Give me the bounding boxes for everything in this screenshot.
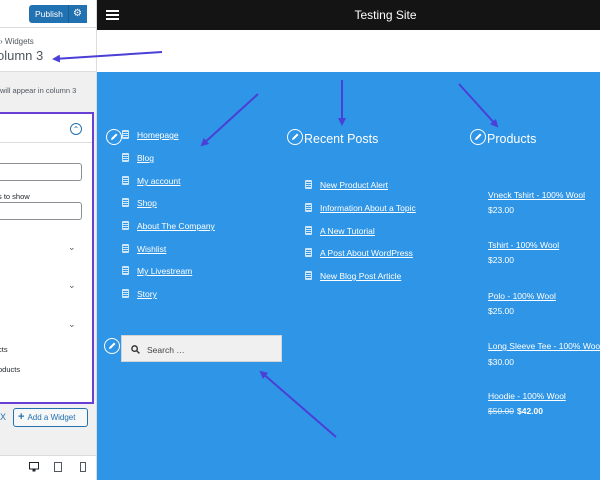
post-link[interactable]: New Blog Post Article	[320, 271, 401, 281]
site-title[interactable]: Testing Site	[97, 8, 600, 22]
page-icon	[122, 244, 129, 253]
page-icon	[122, 198, 129, 207]
product-link[interactable]: Tshirt - 100% Wool	[488, 240, 559, 250]
post-icon	[305, 203, 312, 212]
edit-pencil-icon[interactable]	[104, 338, 120, 354]
menu-link-livestream[interactable]: My Livestream	[137, 266, 192, 276]
edit-pencil-icon[interactable]	[470, 129, 486, 145]
menu-link-blog[interactable]: Blog	[137, 153, 154, 163]
page-icon	[122, 130, 129, 139]
collapse-icon[interactable]: ⌃	[70, 123, 82, 135]
post-link[interactable]: A Post About WordPress	[320, 248, 413, 258]
desktop-icon[interactable]	[29, 462, 39, 472]
product-price: $23.00	[488, 205, 514, 215]
post-link[interactable]: Information About a Topic	[320, 203, 416, 213]
post-link[interactable]: A New Tutorial	[320, 226, 375, 236]
list-item[interactable]: cts	[0, 345, 8, 354]
page-icon	[122, 221, 129, 230]
post-icon	[305, 271, 312, 280]
page-icon	[122, 153, 129, 162]
edit-pencil-icon[interactable]	[287, 129, 303, 145]
mobile-icon[interactable]	[78, 462, 88, 472]
footer-widgets-area: Homepage Blog My account Shop About The …	[97, 72, 600, 480]
list-item[interactable]: oducts	[0, 365, 20, 374]
products-title: Products	[487, 132, 537, 146]
post-link[interactable]: New Product Alert	[320, 180, 388, 190]
search-input[interactable]: Search …	[121, 335, 282, 362]
product-price: $23.00	[488, 255, 514, 265]
search-placeholder: Search …	[147, 345, 185, 355]
menu-link-my-account[interactable]: My account	[137, 176, 180, 186]
divider	[0, 142, 92, 143]
add-widget-button[interactable]: + Add a Widget	[13, 408, 88, 427]
customizer-sidebar: Publish ⚙ › Widgets olumn 3 will appear …	[0, 0, 97, 480]
publish-settings-gear-icon[interactable]: ⚙	[68, 5, 86, 23]
device-preview-bar	[0, 455, 96, 480]
header-area	[97, 30, 600, 72]
breadcrumb: › Widgets	[0, 37, 34, 46]
edit-pencil-icon[interactable]	[106, 129, 122, 145]
product-price-sale: $50.00 $42.00	[488, 406, 543, 416]
menu-link-about[interactable]: About The Company	[137, 221, 215, 231]
old-price: $50.00	[488, 406, 514, 416]
field-label: s to show	[0, 192, 30, 201]
section-header: › Widgets olumn 3	[0, 28, 96, 72]
menu-link-homepage[interactable]: Homepage	[137, 130, 179, 140]
sale-price: $42.00	[517, 406, 543, 416]
chevron-down-icon[interactable]: ⌄	[68, 242, 76, 253]
product-price: $25.00	[488, 306, 514, 316]
post-icon	[305, 226, 312, 235]
post-icon	[305, 180, 312, 189]
product-link[interactable]: Vneck Tshirt - 100% Wool	[488, 190, 585, 200]
close-icon[interactable]: X	[0, 412, 6, 422]
search-icon	[131, 345, 140, 354]
number-input[interactable]	[0, 202, 82, 220]
page-icon	[122, 289, 129, 298]
customizer-header: Publish ⚙	[0, 0, 96, 28]
plus-icon: +	[18, 411, 25, 423]
product-link[interactable]: Polo - 100% Wool	[488, 291, 556, 301]
widget-title-input[interactable]	[0, 163, 82, 181]
page-icon	[122, 176, 129, 185]
section-title: olumn 3	[0, 48, 44, 63]
post-icon	[305, 248, 312, 257]
chevron-down-icon[interactable]: ⌄	[68, 319, 76, 330]
page-icon	[122, 266, 129, 275]
product-link[interactable]: Hoodie - 100% Wool	[488, 391, 566, 401]
recent-posts-title: Recent Posts	[304, 132, 379, 146]
menu-link-story[interactable]: Story	[137, 289, 157, 299]
tablet-icon[interactable]	[53, 462, 63, 472]
menu-link-wishlist[interactable]: Wishlist	[137, 244, 166, 254]
product-price: $30.00	[488, 357, 514, 367]
site-header-bar: Testing Site	[97, 0, 600, 30]
product-link[interactable]: Long Sleeve Tee - 100% Wool	[488, 341, 600, 351]
chevron-down-icon[interactable]: ⌄	[68, 280, 76, 291]
section-description: will appear in column 3	[0, 86, 77, 95]
site-preview: Testing Site Homepage Blog My account Sh…	[97, 0, 600, 480]
add-widget-label: Add a Widget	[27, 413, 76, 422]
menu-link-shop[interactable]: Shop	[137, 198, 157, 208]
widget-panel: ⌃ s to show ⌄ ⌄ ⌄ cts oducts	[0, 112, 94, 404]
